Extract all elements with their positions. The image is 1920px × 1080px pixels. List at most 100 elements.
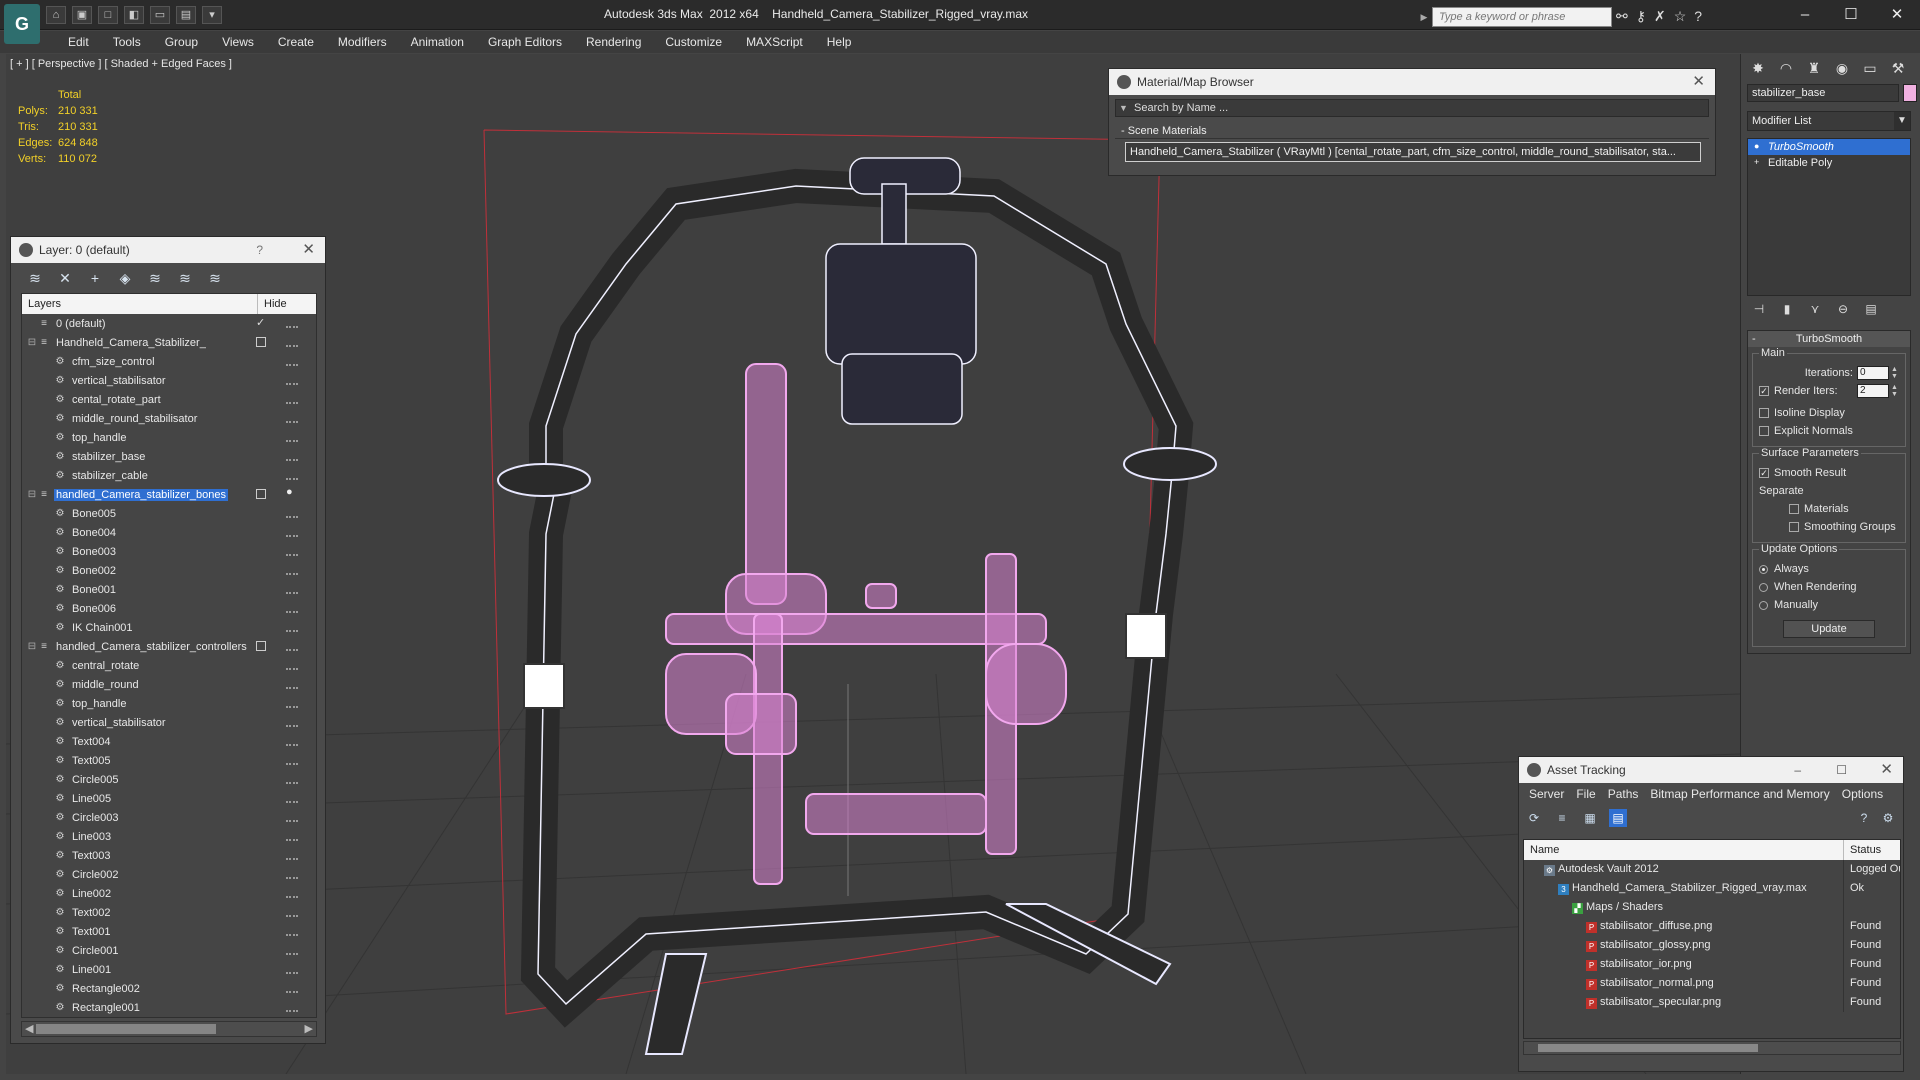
update-button[interactable]: Update <box>1783 620 1875 638</box>
hide-toggle[interactable] <box>286 338 298 347</box>
communication-icon[interactable]: ✗ <box>1654 8 1666 25</box>
object-color-swatch[interactable] <box>1903 84 1917 102</box>
scene-materials-group[interactable]: - Scene Materials <box>1115 123 1709 139</box>
layer-object-row[interactable]: ⚙ central_rotate <box>22 656 316 675</box>
close-icon[interactable]: ✕ <box>1692 69 1705 95</box>
minimize-button[interactable]: – <box>1782 0 1828 30</box>
table-view-icon[interactable]: ▤ <box>1609 809 1627 827</box>
scroll-thumb[interactable] <box>36 1024 216 1034</box>
display-tab-icon[interactable]: ▭ <box>1859 58 1881 78</box>
explicit-normals-checkbox[interactable] <box>1759 426 1769 436</box>
menu-item-help[interactable]: Help <box>815 31 864 53</box>
maximize-button[interactable]: ☐ <box>1828 0 1874 30</box>
layer-object-row[interactable]: ⚙ Text001 <box>22 922 316 941</box>
hide-toggle[interactable] <box>286 832 298 841</box>
highlight-layer-icon[interactable]: ≋ <box>145 269 165 287</box>
app-logo-button[interactable]: G <box>4 4 40 44</box>
layer-horizontal-scrollbar[interactable]: ◀ ▶ <box>21 1021 317 1037</box>
asset-row[interactable]: ⚙ Autodesk Vault 2012 Logged Ou <box>1524 860 1900 879</box>
layer-object-row[interactable]: ⚙ stabilizer_base <box>22 447 316 466</box>
asset-menu-paths[interactable]: Paths <box>1602 783 1645 805</box>
binoculars-icon[interactable]: ⚯ <box>1616 8 1628 25</box>
render-iters-checkbox[interactable]: ✓ <box>1759 386 1769 396</box>
hide-toggle[interactable] <box>286 984 298 993</box>
expand-toggle-icon[interactable]: ⊟ <box>26 489 38 500</box>
infocenter-search-input[interactable]: Type a keyword or phrase <box>1432 7 1612 27</box>
project-icon[interactable]: ▤ <box>176 6 196 24</box>
utilities-tab-icon[interactable]: ⚒ <box>1887 58 1909 78</box>
layer-row[interactable]: ⊟ ≡ handled_Camera_stabilizer_bones ● <box>22 485 316 504</box>
layer-object-row[interactable]: ⚙ top_handle <box>22 694 316 713</box>
modifier-stack-item[interactable]: ● TurboSmooth <box>1748 139 1910 155</box>
help-icon[interactable]: ? <box>1855 809 1873 827</box>
layer-object-row[interactable]: ⚙ Text005 <box>22 751 316 770</box>
hide-toggle[interactable] <box>286 927 298 936</box>
hide-toggle[interactable] <box>286 414 298 423</box>
help-icon[interactable]: ? <box>256 237 263 263</box>
set-current-layer-box[interactable] <box>256 641 266 651</box>
motion-tab-icon[interactable]: ◉ <box>1831 58 1853 78</box>
iterations-spinner[interactable]: 0 <box>1857 366 1889 380</box>
column-hide[interactable]: Hide <box>258 294 316 314</box>
hold-icon[interactable]: ◧ <box>124 6 144 24</box>
menu-item-group[interactable]: Group <box>153 31 210 53</box>
menu-item-edit[interactable]: Edit <box>56 31 101 53</box>
layer-panel-titlebar[interactable]: Layer: 0 (default) ? ✕ <box>11 237 325 263</box>
minimize-icon[interactable]: – <box>1794 757 1801 783</box>
layer-object-row[interactable]: ⚙ Text003 <box>22 846 316 865</box>
layer-object-row[interactable]: ⚙ Bone005 <box>22 504 316 523</box>
hide-toggle[interactable] <box>286 813 298 822</box>
hide-toggle[interactable] <box>286 623 298 632</box>
asset-row[interactable]: 3 Handheld_Camera_Stabilizer_Rigged_vray.… <box>1524 879 1900 898</box>
star-icon[interactable]: ☆ <box>1674 8 1687 25</box>
asset-row[interactable]: ▞ Maps / Shaders <box>1524 898 1900 917</box>
material-search-input[interactable]: Search by Name ... <box>1115 99 1709 117</box>
layer-object-row[interactable]: ⚙ Bone002 <box>22 561 316 580</box>
bulb-icon[interactable]: ● <box>1754 142 1763 151</box>
pin-stack-icon[interactable]: ⊣ <box>1751 302 1767 320</box>
hide-toggle[interactable] <box>286 908 298 917</box>
hide-toggle[interactable] <box>286 357 298 366</box>
select-objects-icon[interactable]: ◈ <box>115 269 135 287</box>
refresh-icon[interactable]: ⟳ <box>1525 809 1543 827</box>
hide-toggle[interactable] <box>286 699 298 708</box>
thumbnail-view-icon[interactable]: ▦ <box>1581 809 1599 827</box>
hide-toggle[interactable] <box>286 756 298 765</box>
asset-row[interactable]: Pstabilisator_specular.png Found <box>1524 993 1900 1012</box>
layer-object-row[interactable]: ⚙ Line001 <box>22 960 316 979</box>
viewport-label[interactable]: [ + ] [ Perspective ] [ Shaded + Edged F… <box>10 58 232 70</box>
scroll-right-icon[interactable]: ▶ <box>305 1022 313 1035</box>
set-current-layer-box[interactable] <box>256 337 266 347</box>
layer-object-row[interactable]: ⚙ middle_round <box>22 675 316 694</box>
layer-object-row[interactable]: ⚙ Circle002 <box>22 865 316 884</box>
layer-object-row[interactable]: ⚙ cfm_size_control <box>22 352 316 371</box>
hide-toggle[interactable] <box>286 433 298 442</box>
hide-toggle[interactable] <box>286 547 298 556</box>
maximize-icon[interactable]: ☐ <box>1836 757 1847 783</box>
rollout-header[interactable]: TurboSmooth <box>1748 331 1910 347</box>
hide-toggle[interactable] <box>286 1003 298 1012</box>
fetch-icon[interactable]: ▭ <box>150 6 170 24</box>
material-item[interactable]: Handheld_Camera_Stabilizer ( VRayMtl ) [… <box>1125 142 1701 162</box>
smooth-result-checkbox[interactable]: ✓ <box>1759 468 1769 478</box>
column-name[interactable]: Name <box>1524 840 1844 860</box>
layer-object-row[interactable]: ⚙ Circle003 <box>22 808 316 827</box>
layer-object-row[interactable]: ⚙ Text002 <box>22 903 316 922</box>
asset-menu-bitmap-performance-and-memory[interactable]: Bitmap Performance and Memory <box>1644 783 1835 805</box>
isoline-checkbox[interactable] <box>1759 408 1769 418</box>
create-tab-icon[interactable]: ✸ <box>1747 58 1769 78</box>
smoothing-groups-checkbox[interactable] <box>1789 522 1799 532</box>
layer-row[interactable]: ⊟ ≡ Handheld_Camera_Stabilizer_ <box>22 333 316 352</box>
hide-toggle[interactable] <box>286 319 298 328</box>
layer-row[interactable]: ⊟ ≡ handled_Camera_stabilizer_controllers <box>22 637 316 656</box>
hide-toggle[interactable] <box>286 737 298 746</box>
lightbulb-icon[interactable]: ● <box>286 486 296 498</box>
new-icon[interactable]: □ <box>98 6 118 24</box>
material-browser-titlebar[interactable]: Material/Map Browser ✕ <box>1109 69 1715 95</box>
hide-toggle[interactable] <box>286 585 298 594</box>
chevron-down-icon[interactable]: ▼ <box>1894 112 1910 130</box>
current-layer-check-icon[interactable]: ✓ <box>256 316 265 329</box>
menu-item-animation[interactable]: Animation <box>399 31 476 53</box>
set-current-layer-box[interactable] <box>256 489 266 499</box>
object-name-field[interactable]: stabilizer_base <box>1747 84 1899 102</box>
